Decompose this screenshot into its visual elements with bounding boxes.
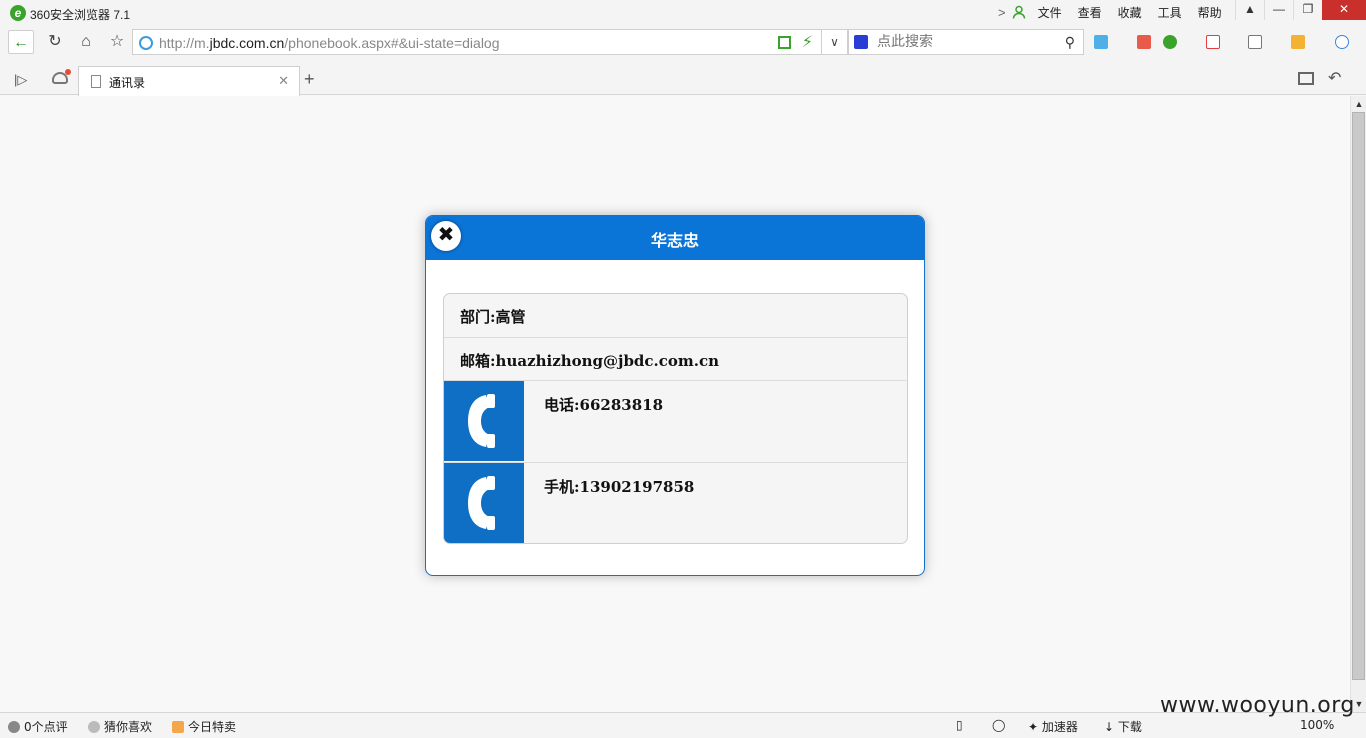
menu-bar: > 文件 查看 收藏 工具 帮助 xyxy=(998,4,1238,20)
new-tab-button[interactable]: + xyxy=(304,69,315,90)
window-controls: ▲ — ❐ ✕ xyxy=(1235,0,1366,20)
browser-logo-icon: e xyxy=(10,5,26,21)
user-icon[interactable] xyxy=(1012,5,1026,19)
phone-icon[interactable] xyxy=(444,381,524,461)
guess-like-link[interactable]: 猜你喜欢 xyxy=(88,718,152,735)
search-icon[interactable]: ⚲ xyxy=(1065,34,1075,51)
contact-dialog: ✖ 华志忠 部门:高管 邮箱:huazhizhong@jbdc.com.cn 电… xyxy=(425,215,925,576)
comments-link[interactable]: 0个点评 xyxy=(8,718,68,735)
close-window-button[interactable]: ✕ xyxy=(1322,0,1366,20)
baidu-paw-icon[interactable] xyxy=(854,35,868,49)
qr-code-icon[interactable] xyxy=(778,36,791,49)
dialog-title: 华志忠 xyxy=(650,231,699,250)
skin-icon[interactable]: ▲ xyxy=(1235,0,1264,20)
mobile-icon[interactable]: ▯ xyxy=(956,718,963,732)
tab-bar: |▷ 通讯录 ✕ + ↶ xyxy=(0,60,1366,96)
menu-file[interactable]: 文件 xyxy=(1038,4,1062,21)
zoom-level[interactable]: 100% xyxy=(1300,718,1334,732)
menu-tools[interactable]: 工具 xyxy=(1158,4,1182,21)
list-item: 部门:高管 xyxy=(444,294,907,338)
speed-icon[interactable]: ◯ xyxy=(992,718,1005,732)
dialog-header: ✖ 华志忠 xyxy=(426,216,924,260)
app-title: 360安全浏览器 7.1 xyxy=(30,8,131,22)
page-icon xyxy=(91,75,101,88)
search-input[interactable] xyxy=(877,33,1047,51)
tab-list-icon[interactable] xyxy=(1298,72,1314,85)
comment-icon xyxy=(8,721,20,733)
address-bar[interactable]: http://m.jbdc.com.cn/phonebook.aspx#&ui-… xyxy=(132,29,822,55)
download-button[interactable]: ↓ 下载 xyxy=(1104,718,1142,735)
accelerator-button[interactable]: ✦ 加速器 xyxy=(1028,718,1078,735)
sidebar-toggle-icon[interactable]: |▷ xyxy=(14,72,27,88)
home-button[interactable]: ⌂ xyxy=(73,30,99,54)
url-text[interactable]: http://m.jbdc.com.cn/phonebook.aspx#&ui-… xyxy=(159,35,500,51)
deals-link[interactable]: 今日特卖 xyxy=(172,718,236,735)
zoom-tool-icon[interactable] xyxy=(1335,35,1349,49)
menu-view[interactable]: 查看 xyxy=(1078,4,1102,21)
list-item[interactable]: 电话:66283818 xyxy=(444,381,907,463)
pdf-icon[interactable] xyxy=(1206,35,1220,49)
scroll-up-icon[interactable]: ▲ xyxy=(1353,98,1365,110)
contact-card: 部门:高管 邮箱:huazhizhong@jbdc.com.cn 电话:6628… xyxy=(443,293,908,544)
apps-icon[interactable] xyxy=(1094,35,1108,49)
lightning-icon[interactable]: ⚡ xyxy=(802,32,813,52)
guess-icon xyxy=(88,721,100,733)
star-icon[interactable]: ☆ xyxy=(104,30,130,54)
chevron-right-icon[interactable]: > xyxy=(998,5,1006,20)
minimize-button[interactable]: — xyxy=(1264,0,1293,20)
menu-favorites[interactable]: 收藏 xyxy=(1118,4,1142,21)
menu-help[interactable]: 帮助 xyxy=(1198,4,1222,21)
scrollbar-thumb[interactable] xyxy=(1352,112,1365,680)
search-box: ⚲ xyxy=(848,29,1084,55)
gift-icon[interactable] xyxy=(1291,35,1305,49)
title-bar: e 360安全浏览器 7.1 > 文件 查看 收藏 工具 帮助 ▲ — ❐ ✕ xyxy=(0,0,1366,26)
watermark: www.wooyun.org xyxy=(1160,693,1355,718)
calendar-icon[interactable] xyxy=(1137,35,1151,49)
refresh-button[interactable]: ↻ xyxy=(42,30,68,54)
department-text: 部门:高管 xyxy=(460,308,526,326)
screenshot-icon[interactable] xyxy=(1248,35,1262,49)
undo-close-icon[interactable]: ↶ xyxy=(1328,68,1341,88)
notification-dot xyxy=(65,69,71,75)
phone-text[interactable]: 电话:66283818 xyxy=(544,394,663,415)
email-text[interactable]: 邮箱:huazhizhong@jbdc.com.cn xyxy=(460,350,719,371)
mobile-text[interactable]: 手机:13902197858 xyxy=(544,476,694,497)
maximize-button[interactable]: ❐ xyxy=(1293,0,1322,20)
close-tab-icon[interactable]: ✕ xyxy=(278,73,289,89)
navigation-bar: ← ↻ ⌂ ☆ http://m.jbdc.com.cn/phonebook.a… xyxy=(0,26,1366,60)
tab-phonebook[interactable]: 通讯录 ✕ xyxy=(78,66,300,96)
globe-icon xyxy=(139,36,153,50)
url-dropdown-button[interactable]: ∨ xyxy=(822,29,848,55)
list-item[interactable]: 邮箱:huazhizhong@jbdc.com.cn xyxy=(444,338,907,381)
gift-box-icon xyxy=(172,721,184,733)
phone-icon[interactable] xyxy=(444,463,524,543)
tab-title: 通讯录 xyxy=(109,76,146,90)
list-item[interactable]: 手机:13902197858 xyxy=(444,463,907,543)
back-button[interactable]: ← xyxy=(8,30,34,54)
shield-icon[interactable] xyxy=(1163,35,1177,49)
vertical-scrollbar[interactable]: ▲ ▼ xyxy=(1350,96,1366,712)
